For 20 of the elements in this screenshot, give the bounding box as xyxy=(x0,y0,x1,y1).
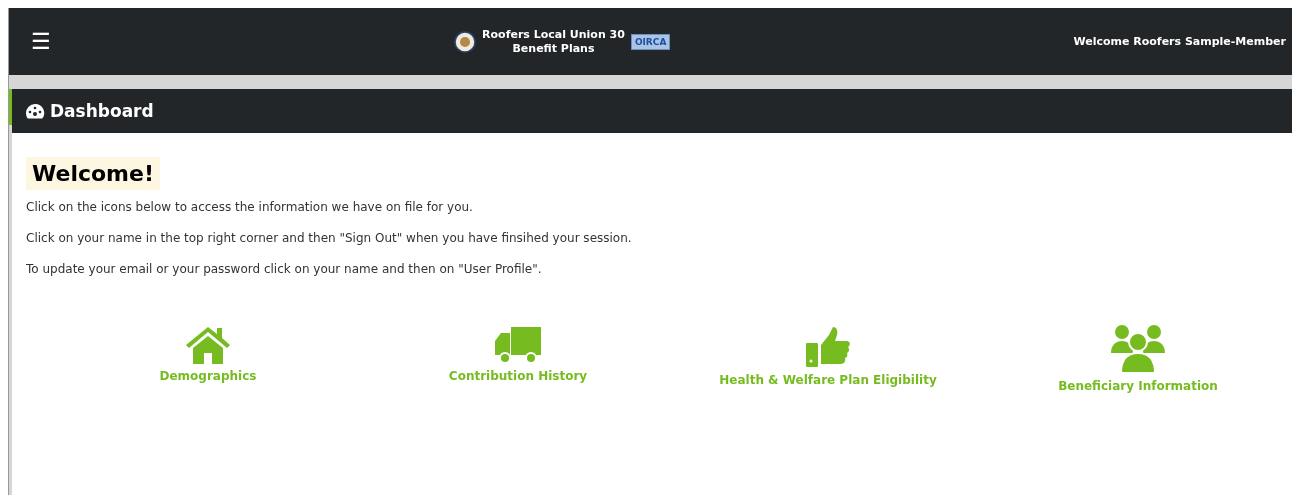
dashboard-link[interactable]: Demographics xyxy=(53,325,363,393)
dashboard-link[interactable]: Beneficiary Information xyxy=(983,325,1292,393)
welcome-heading: Welcome! xyxy=(26,157,160,190)
thumbs-up-icon xyxy=(805,325,851,369)
brand-logo: OIRCA xyxy=(630,33,671,50)
instruction-text: Click on your name in the top right corner and then "Sign Out" when you have finsihed your session. xyxy=(26,231,632,245)
house-icon xyxy=(184,325,232,365)
dashboard-link[interactable]: Health & Welfare Plan Eligibility xyxy=(673,325,983,393)
menu-button[interactable]: ☰ xyxy=(31,28,51,55)
user-menu[interactable]: Welcome Roofers Sample-Member xyxy=(1073,35,1286,48)
instruction-text: To update your email or your password click on your name and then on "User Profile". xyxy=(26,262,542,276)
panel-title: Dashboard xyxy=(50,101,154,121)
users-icon xyxy=(1110,325,1166,375)
dashboard-icon xyxy=(25,103,45,119)
dashboard-link[interactable]: Contribution History xyxy=(363,325,673,393)
brand-subtitle: Benefit Plans xyxy=(511,41,596,56)
brand-title: Roofers Local Union 30 xyxy=(482,27,625,42)
instruction-text: Click on the icons below to access the information we have on file for you. xyxy=(26,200,473,214)
union-seal-icon xyxy=(454,30,477,53)
truck-icon xyxy=(493,325,543,365)
